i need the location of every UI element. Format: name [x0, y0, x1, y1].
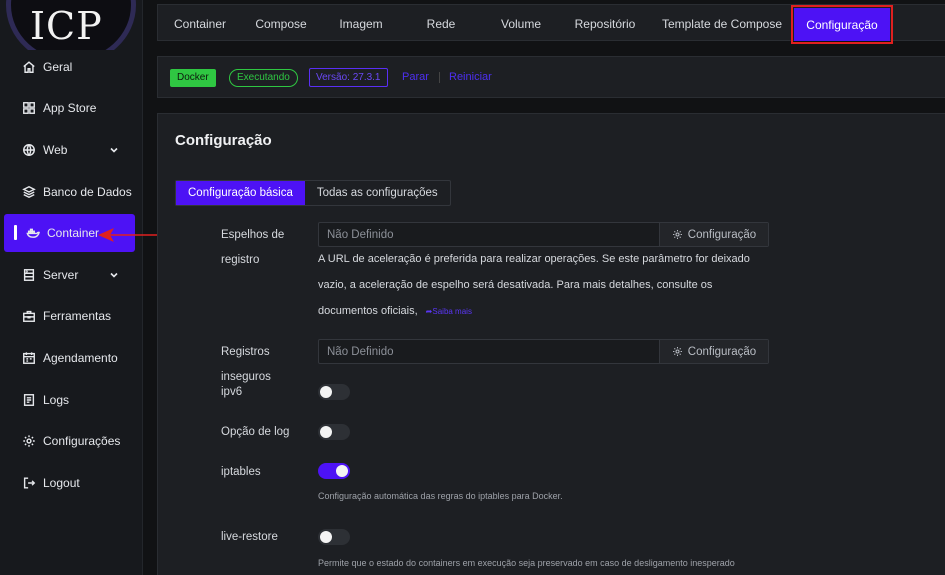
- toggle-knob: [320, 426, 332, 438]
- log-option-toggle[interactable]: [318, 424, 350, 440]
- tab-compose[interactable]: Compose: [246, 5, 316, 42]
- mirrors-config-label: Configuração: [687, 228, 757, 241]
- toggle-knob: [320, 386, 332, 398]
- sidebar-item-label: Server: [43, 268, 79, 282]
- live-restore-hint: Permite que o estado do containers em ex…: [318, 558, 735, 568]
- settings-mode-switch: Configuração básica Todas as configuraçõ…: [175, 180, 451, 206]
- sidebar-item-label: Container: [47, 226, 100, 240]
- iptables-label: iptables: [221, 466, 261, 478]
- stop-button[interactable]: Parar: [402, 71, 429, 83]
- sidebar-item-label: Logs: [43, 393, 70, 407]
- docker-badge: Docker: [170, 69, 216, 87]
- iptables-toggle[interactable]: [318, 463, 350, 479]
- version-badge: Versão: 27.3.1: [309, 68, 388, 87]
- mirrors-config-button[interactable]: Configuração: [659, 223, 768, 246]
- mirrors-label: Espelhos de: [221, 229, 285, 241]
- sidebar-item-logout[interactable]: Logout: [4, 464, 135, 502]
- mirrors-desc-line1: A URL de aceleração é preferida para rea…: [318, 253, 750, 265]
- sidebar-item-label: Configurações: [43, 434, 121, 448]
- mirrors-description: A URL de aceleração é preferida para rea…: [318, 246, 768, 325]
- mirrors-field: Configuração: [318, 222, 769, 247]
- sidebar-item-label: Ferramentas: [43, 309, 112, 323]
- tab-container[interactable]: Container: [164, 5, 236, 42]
- chevron-down-icon: [109, 144, 119, 158]
- status-badge: Executando: [229, 69, 298, 87]
- logs-icon: [22, 393, 36, 407]
- iptables-hint: Configuração automática das regras do ip…: [318, 491, 563, 501]
- insecure-input[interactable]: [319, 340, 660, 363]
- sidebar-item-web[interactable]: Web: [4, 131, 135, 169]
- mirrors-input[interactable]: [319, 223, 660, 246]
- tab-all-settings[interactable]: Todas as configurações: [305, 181, 450, 205]
- log-option-label: Opção de log: [221, 426, 290, 438]
- restart-button[interactable]: Reiniciar: [449, 71, 492, 83]
- logout-icon: [22, 476, 36, 490]
- chevron-down-icon: [109, 269, 119, 283]
- toggle-knob: [336, 465, 348, 477]
- sidebar-item-label: Web: [43, 143, 68, 157]
- server-icon: [22, 268, 36, 282]
- insecure-label-2: inseguros: [221, 371, 271, 383]
- mirrors-label-2: registro: [221, 254, 260, 266]
- calendar-icon: [22, 351, 36, 365]
- sidebar-item-app-store[interactable]: App Store: [4, 89, 135, 127]
- logo: ICP: [0, 0, 143, 50]
- sidebar-item-ferramentas[interactable]: Ferramentas: [4, 297, 135, 335]
- sidebar-item-label: Logout: [43, 476, 80, 490]
- sidebar-item-server[interactable]: Server: [4, 256, 135, 294]
- sidebar-item-label: Banco de Dados: [43, 185, 132, 199]
- ipv6-label: ipv6: [221, 386, 243, 398]
- learn-more-link[interactable]: ➦Saiba mais: [426, 307, 472, 316]
- settings-panel: Configuração Configuração básica Todas a…: [157, 113, 945, 575]
- sidebar-item-agendamento[interactable]: Agendamento: [4, 339, 135, 377]
- sidebar-item-label: Agendamento: [43, 351, 118, 365]
- insecure-config-button[interactable]: Configuração: [659, 340, 768, 363]
- layers-icon: [22, 185, 36, 199]
- ipv6-toggle[interactable]: [318, 384, 350, 400]
- gear-icon: [672, 347, 682, 356]
- toolbox-icon: [22, 309, 36, 323]
- divider: [439, 72, 440, 83]
- sidebar-item-label: App Store: [43, 101, 97, 115]
- page-title: Configuração: [175, 132, 272, 149]
- sidebar-item-configuracoes[interactable]: Configurações: [4, 422, 135, 460]
- top-tabs: Container Compose Imagem Rede Volume Rep…: [157, 4, 945, 44]
- tab-template-de-compose[interactable]: Template de Compose: [660, 5, 784, 42]
- tab-configuracao[interactable]: Configuração: [791, 5, 893, 44]
- insecure-field: Configuração: [318, 339, 769, 364]
- sidebar-item-geral[interactable]: Geral: [4, 48, 135, 86]
- tab-basic-settings[interactable]: Configuração básica: [176, 181, 305, 205]
- tab-repositorio[interactable]: Repositório: [570, 5, 640, 42]
- mirrors-desc-line2: vazio, a aceleração de espelho será desa…: [318, 279, 713, 291]
- docker-icon: [26, 226, 40, 240]
- gear-icon: [22, 434, 36, 448]
- docker-status-bar: Docker Executando Versão: 27.3.1 Parar R…: [157, 56, 945, 98]
- sidebar: ICP Geral App Store Web Banco de Dados C…: [0, 0, 143, 575]
- grid-icon: [22, 101, 36, 115]
- tab-imagem[interactable]: Imagem: [330, 5, 392, 42]
- globe-icon: [22, 143, 36, 157]
- tab-volume[interactable]: Volume: [492, 5, 550, 42]
- mirrors-desc-line3: documentos oficiais,: [318, 305, 418, 317]
- sidebar-item-logs[interactable]: Logs: [4, 381, 135, 419]
- insecure-label: Registros: [221, 346, 270, 358]
- live-restore-toggle[interactable]: [318, 529, 350, 545]
- live-restore-label: live-restore: [221, 531, 278, 543]
- logo-text: ICP: [30, 4, 103, 48]
- tab-rede[interactable]: Rede: [416, 5, 466, 42]
- sidebar-item-banco-de-dados[interactable]: Banco de Dados: [4, 173, 135, 211]
- insecure-config-label: Configuração: [687, 345, 757, 358]
- gear-icon: [672, 230, 682, 239]
- sidebar-item-label: Geral: [43, 60, 73, 74]
- mirrors-desc-line3-wrap: documentos oficiais, ➦Saiba mais: [318, 298, 768, 325]
- toggle-knob: [320, 531, 332, 543]
- learn-more-label: Saiba mais: [432, 307, 472, 316]
- home-icon: [22, 60, 36, 74]
